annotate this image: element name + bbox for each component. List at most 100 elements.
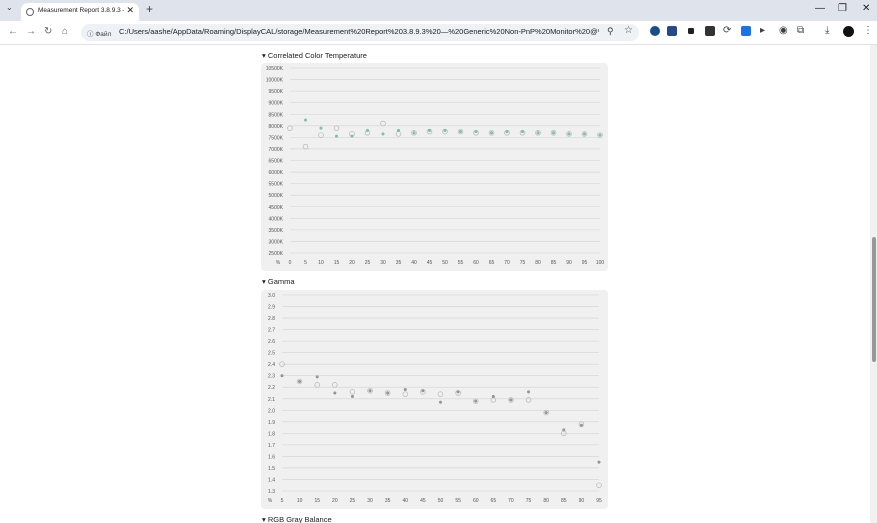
sync-extension-icon[interactable]: ⟳ [723, 25, 731, 36]
x-tick-label: 75 [520, 260, 526, 266]
play-extension-icon[interactable]: ▸ [760, 25, 765, 36]
x-tick-label: 70 [504, 260, 510, 266]
y-tick-label: 4500K [269, 205, 284, 211]
puzzle-extensions-icon[interactable]: ⧉ [797, 25, 804, 36]
data-point [505, 130, 509, 134]
reload-icon[interactable]: ↻ [44, 26, 52, 37]
address-bar[interactable]: ⓘ Файл C:/Users/aashe/AppData/Roaming/Di… [81, 24, 639, 41]
y-tick-label: 1.5 [268, 466, 275, 472]
new-tab-icon[interactable]: + [146, 2, 153, 16]
globe-icon [26, 8, 34, 16]
cct-section-toggle[interactable]: ▾ Correlated Color Temperature [262, 51, 367, 60]
home-icon[interactable]: ⌂ [62, 26, 68, 37]
forward-icon[interactable]: → [26, 26, 36, 37]
y-tick-label: 2.4 [268, 362, 275, 368]
data-point [474, 130, 478, 134]
x-tick-label: 100 [596, 260, 605, 266]
blue-extension-icon[interactable] [741, 26, 751, 36]
data-point [332, 382, 338, 388]
y-tick-label: 1.9 [268, 420, 275, 426]
rgb-section-toggle[interactable]: ▾ RGB Gray Balance [262, 515, 332, 523]
tab-title: Measurement Report 3.8.9.3 — [38, 7, 124, 14]
data-point [598, 133, 602, 137]
badge-extension-icon[interactable] [705, 26, 715, 36]
data-point [544, 411, 548, 415]
data-point [314, 382, 320, 388]
y-tick-label: 2.9 [268, 305, 275, 311]
data-point [551, 131, 556, 135]
monitor-extension-icon[interactable] [667, 26, 677, 36]
cct-chart-svg: 2500K 3000K 3500K 4000K 4500K 5000K 5500K 6000K… [266, 66, 605, 266]
data-point [525, 397, 532, 403]
y-tick-label: 7500K [269, 135, 284, 141]
back-icon[interactable]: ← [8, 26, 18, 37]
gamma-chart-svg: 1.3 1.4 1.5 1.6 1.7 1.8 1.9 2.0 2.1 2.2 2.3 2.4 2.5 2… [268, 293, 602, 504]
x-tick-label: 25 [365, 260, 371, 266]
data-point [319, 126, 323, 130]
site-info-label[interactable]: ⓘ Файл [87, 28, 111, 38]
y-tick-label: 7000K [269, 147, 284, 153]
y-tick-label: 8000K [269, 124, 284, 130]
y-tick-label: 9000K [269, 101, 284, 107]
browser-toolbar: ← → ↻ ⌂ ⓘ Файл C:/Users/aashe/AppData/Ro… [0, 21, 877, 45]
download-icon[interactable]: ⤓ [825, 25, 829, 36]
data-point [315, 375, 319, 379]
close-tab-icon[interactable]: ✕ [126, 5, 134, 16]
close-window-icon[interactable]: ✕ [862, 3, 870, 14]
x-tick-label: 70 [508, 498, 514, 504]
vertical-scrollbar[interactable] [870, 45, 877, 523]
y-tick-label: 2.6 [268, 339, 275, 345]
scrollbar-thumb[interactable] [872, 237, 876, 362]
x-tick-label: 5 [304, 260, 307, 266]
minimize-icon[interactable]: — [815, 3, 825, 14]
data-point [491, 394, 495, 399]
x-tick-label: 65 [491, 498, 497, 504]
x-tick-label: 55 [458, 260, 464, 266]
data-point [368, 389, 372, 393]
y-tick-label: 2.5 [268, 351, 275, 357]
y-tick-label: 2.7 [268, 328, 275, 334]
data-point [298, 379, 302, 384]
zoom-icon[interactable]: ⚲ [607, 26, 614, 37]
x-tick-label: 90 [566, 260, 572, 266]
gamma-section-toggle[interactable]: ▾ Gamma [262, 277, 295, 286]
tab-search-icon[interactable]: ⌄ [6, 3, 13, 12]
square-extension-icon[interactable] [688, 28, 694, 34]
profile-avatar[interactable] [843, 26, 854, 37]
y-tick-label: 1.6 [268, 454, 275, 460]
x-tick-label: 30 [380, 260, 386, 266]
x-tick-label: 55 [455, 498, 461, 504]
data-point [536, 131, 540, 135]
x-tick-label: 50 [442, 260, 448, 266]
y-tick-label: 10500K [266, 66, 284, 72]
y-tick-label: 2.3 [268, 374, 275, 380]
y-tick-label: 6000K [269, 170, 284, 176]
url-text[interactable]: C:/Users/aashe/AppData/Roaming/DisplayCA… [119, 27, 599, 36]
x-tick-label: 75 [526, 498, 532, 504]
data-point [380, 120, 386, 127]
y-tick-label: 2.2 [268, 385, 275, 391]
y-tick-label: 2500K [269, 251, 284, 257]
data-point [318, 132, 324, 138]
y-tick-label: 1.4 [268, 477, 275, 483]
y-tick-label: 5000K [269, 193, 284, 199]
restore-icon[interactable]: ❐ [838, 3, 847, 14]
y-tick-label: 3000K [269, 239, 284, 245]
x-tick-label: % [268, 498, 273, 504]
y-tick-label: 2.0 [268, 408, 275, 414]
menu-kebab-icon[interactable]: ⋮ [863, 25, 873, 36]
bookmark-star-icon[interactable]: ☆ [624, 25, 633, 36]
data-point [443, 128, 447, 132]
data-point [381, 132, 385, 136]
shield-extension-icon[interactable] [650, 26, 660, 36]
data-point [403, 387, 407, 392]
y-tick-label: 8500K [269, 112, 284, 118]
data-point [520, 130, 525, 134]
data-point [474, 399, 478, 403]
x-tick-label: 35 [396, 260, 402, 266]
gamma-chart: 1.3 1.4 1.5 1.6 1.7 1.8 1.9 2.0 2.1 2.2 2.3 2.4 2.5 2… [261, 290, 608, 509]
active-tab[interactable]: Measurement Report 3.8.9.3 — ✕ [21, 3, 139, 21]
camera-extension-icon[interactable]: ◉ [779, 25, 788, 36]
x-tick-label: 20 [332, 498, 338, 504]
x-tick-label: 90 [579, 498, 585, 504]
